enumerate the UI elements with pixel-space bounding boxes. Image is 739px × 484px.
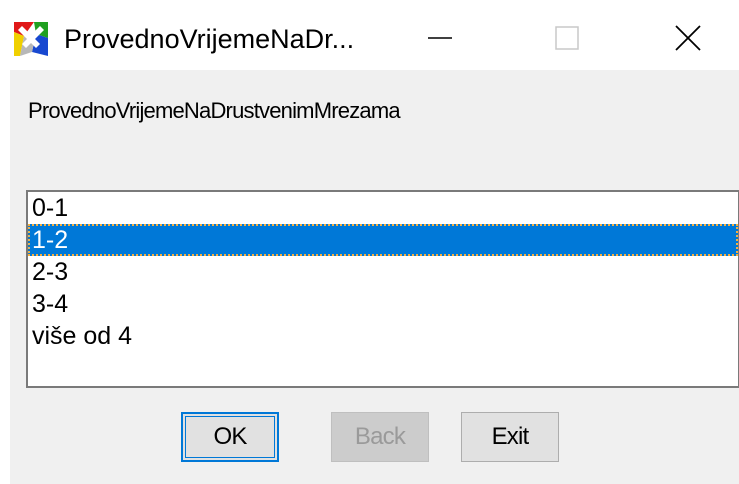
close-button[interactable] [658,16,718,60]
list-item[interactable]: više od 4 [28,320,738,352]
question-label: ProvednoVrijemeNaDrustvenimMrezama [28,98,401,123]
exit-button[interactable]: Exit [461,412,559,462]
list-item[interactable]: 3-4 [28,288,738,320]
options-listbox[interactable]: 0-1 1-2 2-3 3-4 više od 4 [26,190,739,388]
back-button: Back [331,412,429,462]
maximize-icon [555,26,579,50]
ok-button[interactable]: OK [181,412,279,462]
list-item[interactable]: 0-1 [28,192,738,224]
minimize-button[interactable] [410,16,470,60]
dialog-window: ProvednoVrijemeNaDr... ProvednoVrijemeNa… [0,0,739,484]
list-item-selected[interactable]: 1-2 [28,224,738,256]
app-icon [14,22,48,56]
close-icon [675,25,701,51]
maximize-button[interactable] [536,16,596,60]
dialog-client-area: ProvednoVrijemeNaDrustvenimMrezama 0-1 1… [10,70,739,484]
list-item[interactable]: 2-3 [28,256,738,288]
minimize-icon [428,37,452,39]
title-bar[interactable]: ProvednoVrijemeNaDr... [0,0,739,70]
window-title: ProvednoVrijemeNaDr... [64,24,355,54]
